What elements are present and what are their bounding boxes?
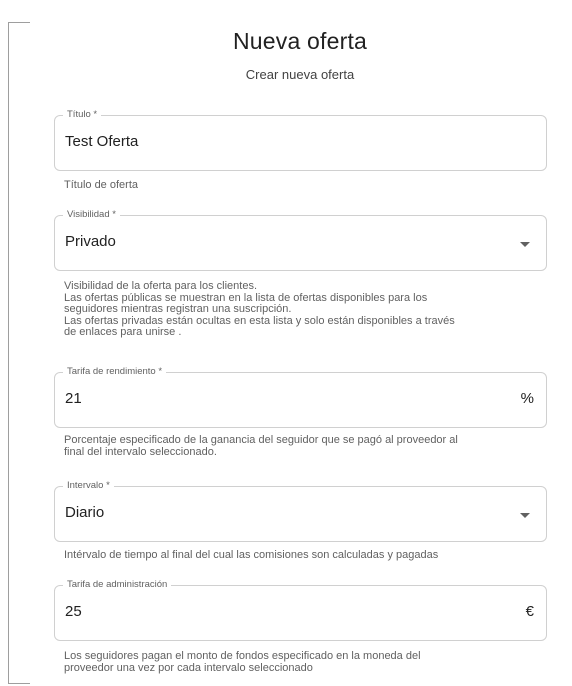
- management-fee-field[interactable]: Tarifa de administración 25 €: [54, 578, 547, 641]
- performance-fee-field[interactable]: Tarifa de rendimiento * 21 %: [54, 365, 547, 428]
- management-fee-helper: Los seguidores pagan el monto de fondos …: [64, 650, 544, 674]
- title-field[interactable]: Título * Test Oferta: [54, 108, 547, 171]
- visibility-helper-line: de enlaces para unirse .: [64, 326, 182, 338]
- visibility-select-label: Visibilidad *: [63, 208, 120, 222]
- performance-fee-label: Tarifa de rendimiento *: [63, 365, 167, 379]
- euro-suffix: €: [525, 603, 534, 620]
- performance-fee-helper-line: Porcentaje especificado de la ganancia d…: [64, 434, 458, 446]
- interval-select-helper: Intérvalo de tiempo al final del cual la…: [64, 549, 439, 561]
- performance-fee-helper: Porcentaje especificado de la ganancia d…: [64, 434, 544, 458]
- performance-fee-helper-line: final del intervalo seleccionado.: [64, 445, 217, 458]
- percent-suffix: %: [520, 390, 534, 407]
- management-fee-value[interactable]: 25: [65, 603, 82, 620]
- page-subtitle: Crear nueva oferta: [245, 67, 355, 82]
- title-field-value[interactable]: Test Oferta: [65, 133, 138, 150]
- performance-fee-value[interactable]: 21: [65, 390, 82, 407]
- visibility-helper-line: Visibilidad de la oferta para los client…: [64, 280, 258, 292]
- visibility-select-value[interactable]: Privado: [65, 233, 116, 250]
- management-fee-helper-line: proveedor una vez por cada intervalo sel…: [64, 661, 313, 674]
- interval-select[interactable]: Intervalo * Diario: [54, 479, 547, 542]
- management-fee-helper-line: Los seguidores pagan el monto de fondos …: [64, 650, 421, 662]
- title-field-helper: Título de oferta: [64, 179, 138, 191]
- management-fee-label: Tarifa de administración: [63, 578, 172, 592]
- chevron-down-icon[interactable]: [520, 513, 530, 518]
- interval-select-label: Intervalo *: [63, 479, 114, 493]
- visibility-select[interactable]: Visibilidad * Privado: [54, 208, 547, 271]
- new-offer-dialog: Nueva oferta Crear nueva oferta Título *…: [0, 0, 572, 686]
- chevron-down-icon[interactable]: [520, 242, 530, 247]
- dialog-frame-border: [8, 22, 30, 684]
- title-field-label: Título *: [63, 108, 102, 122]
- visibility-select-helper: Visibilidad de la oferta para los client…: [64, 280, 544, 339]
- page-title: Nueva oferta: [232, 28, 368, 54]
- interval-select-value[interactable]: Diario: [65, 504, 104, 521]
- visibility-helper-line: seguidores mientras registran una suscri…: [64, 303, 292, 315]
